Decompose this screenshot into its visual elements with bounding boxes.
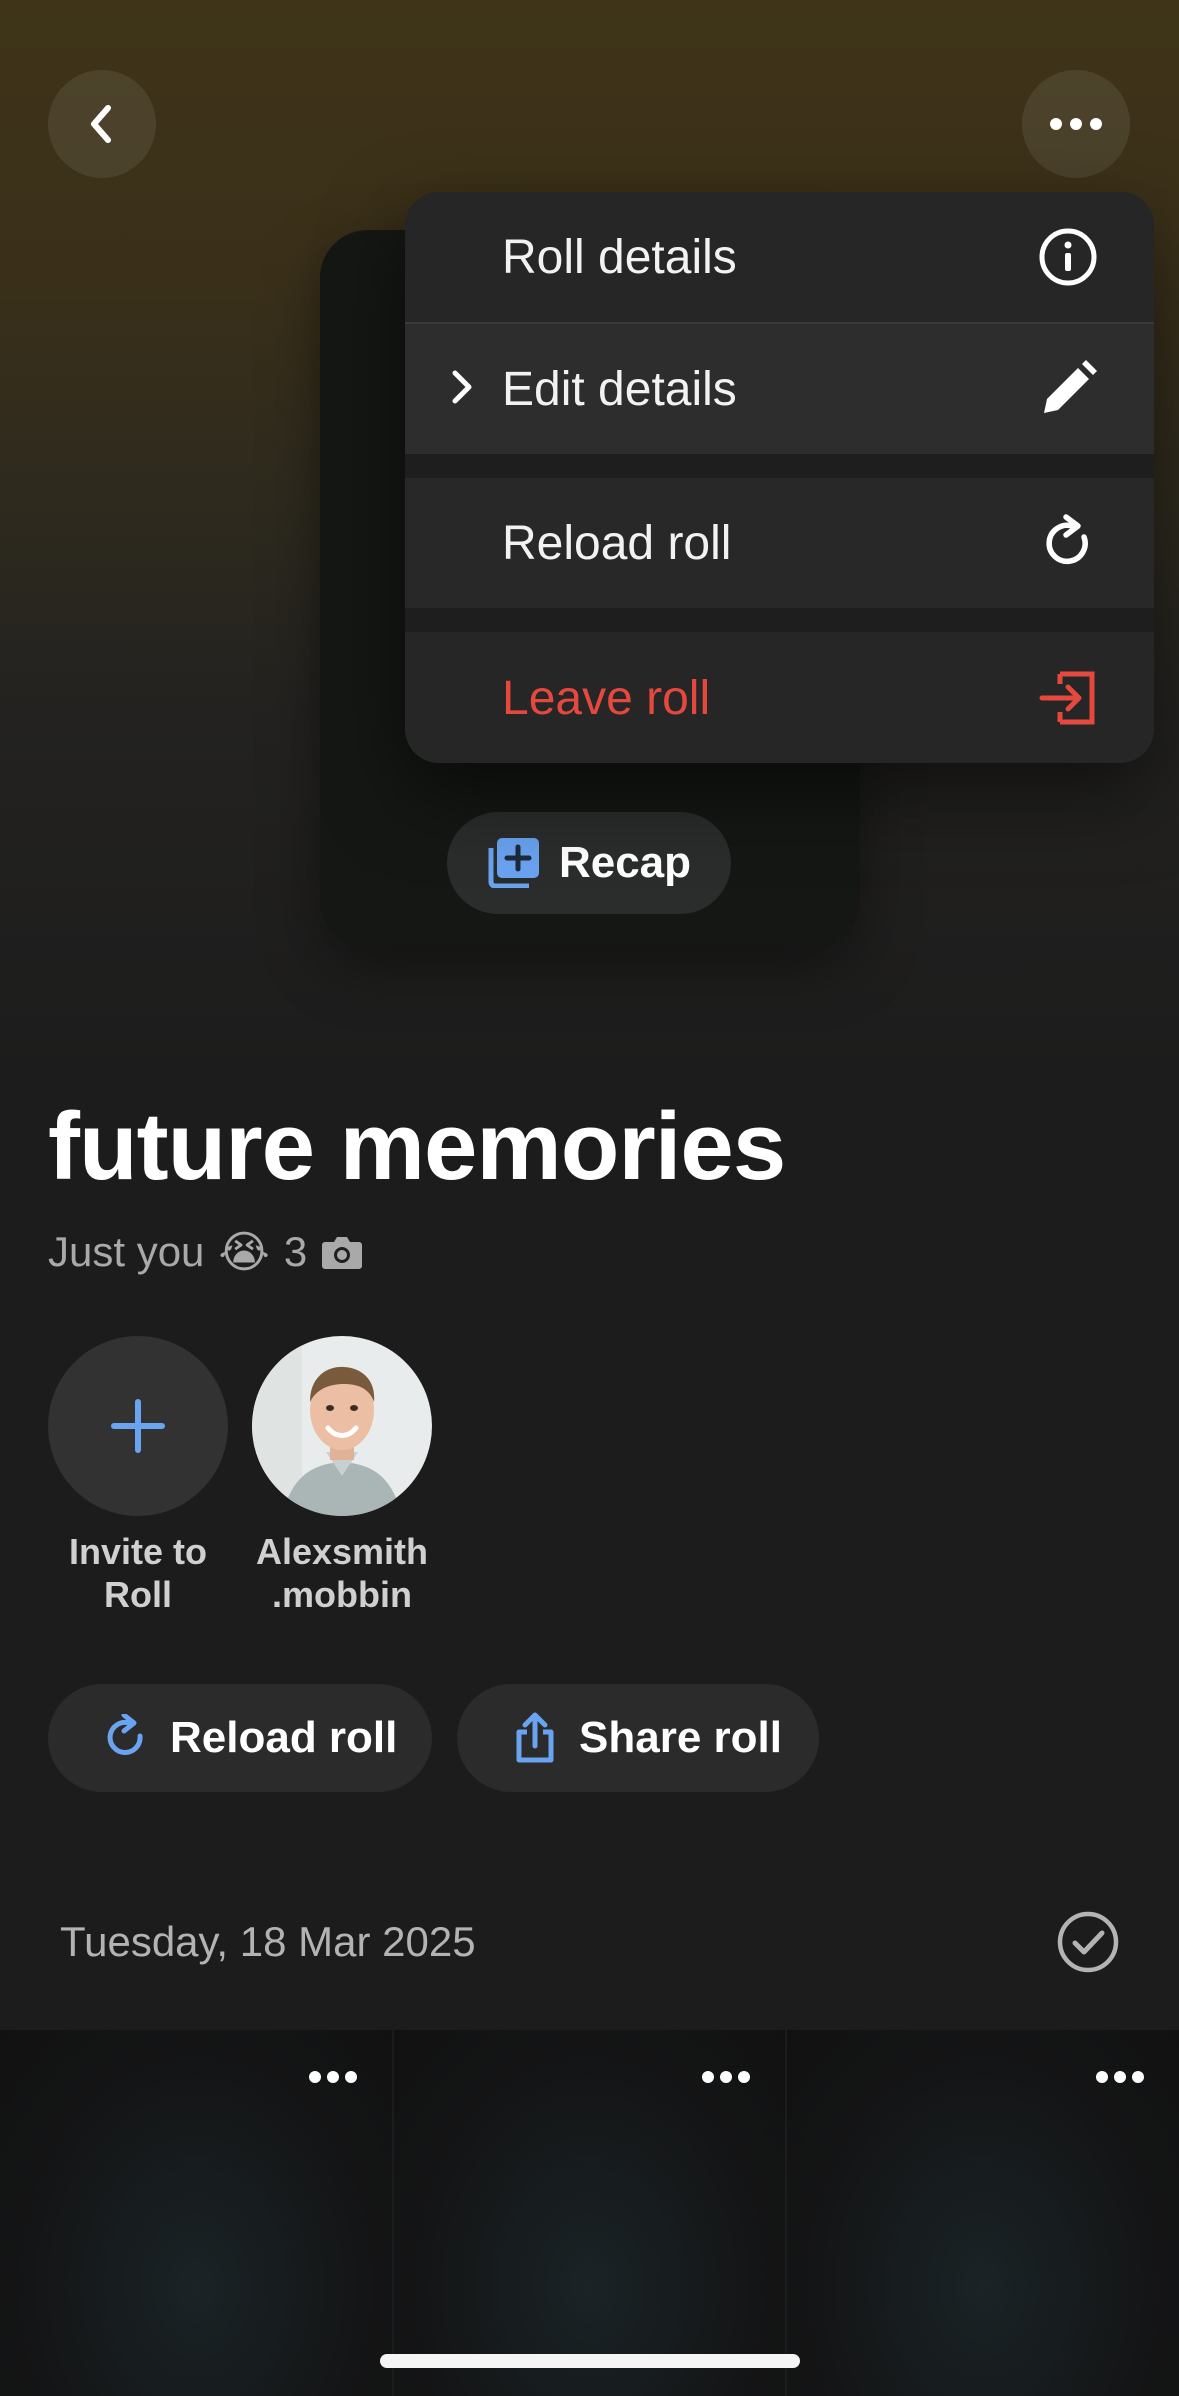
- photo-count: 3: [283, 1228, 308, 1275]
- exit-icon: [1036, 666, 1100, 730]
- recap-button[interactable]: Recap: [447, 812, 731, 914]
- photo-tile[interactable]: [393, 2030, 786, 2396]
- menu-item-label: Edit details: [502, 362, 737, 416]
- photo-tile[interactable]: [787, 2030, 1179, 2396]
- share-roll-label: Share roll: [579, 1713, 782, 1762]
- menu-separator: [405, 608, 1154, 632]
- camera-icon: [322, 1237, 363, 1269]
- plus-icon: [111, 1399, 165, 1453]
- recap-label: Recap: [558, 838, 692, 887]
- more-options-button[interactable]: [1022, 70, 1130, 178]
- menu-item-label: Leave roll: [502, 671, 711, 725]
- reload-icon: [107, 1714, 143, 1755]
- menu-separator: [405, 454, 1154, 478]
- home-indicator: [380, 2354, 800, 2368]
- section-date: Tuesday, 18 Mar 2025: [60, 1918, 476, 1965]
- ellipsis-icon[interactable]: [1095, 2070, 1145, 2084]
- menu-item-leave-roll[interactable]: Leave roll: [405, 633, 1154, 763]
- ellipsis-icon: [1050, 118, 1102, 130]
- member-alexsmith[interactable]: Alexsmith .mobbin: [252, 1336, 432, 1616]
- add-photos-icon: [488, 838, 539, 888]
- ellipsis-icon[interactable]: [701, 2070, 751, 2084]
- reload-roll-button[interactable]: Reload roll: [48, 1684, 432, 1792]
- crying-emoji: 😭: [218, 1227, 270, 1277]
- member-name: Invite to Roll: [68, 1531, 207, 1615]
- share-roll-button[interactable]: Share roll: [457, 1684, 819, 1792]
- select-check-icon[interactable]: [1056, 1910, 1120, 1974]
- menu-item-label: Reload roll: [502, 516, 732, 570]
- photo-grid: [0, 2030, 1179, 2396]
- context-menu: Roll details Edit details Reload roll Le…: [405, 192, 1154, 763]
- members-summary: Just you: [48, 1228, 205, 1275]
- back-button[interactable]: [48, 70, 156, 178]
- menu-item-edit-details[interactable]: Edit details: [405, 324, 1154, 454]
- menu-item-label: Roll details: [502, 230, 737, 284]
- reload-roll-label: Reload roll: [170, 1713, 398, 1762]
- invite-member[interactable]: Invite to Roll: [48, 1336, 228, 1616]
- member-name: Alexsmith .mobbin: [255, 1531, 429, 1615]
- photo-tile[interactable]: [0, 2030, 392, 2396]
- reload-icon: [1036, 511, 1100, 575]
- share-icon: [516, 1712, 554, 1763]
- info-icon: [1036, 225, 1100, 289]
- chevron-left-icon: [91, 105, 111, 143]
- chevron-right-icon: [447, 367, 475, 412]
- ellipsis-icon[interactable]: [308, 2070, 358, 2084]
- menu-item-roll-details[interactable]: Roll details: [405, 192, 1154, 322]
- avatar[interactable]: [252, 1336, 432, 1516]
- pencil-icon: [1036, 357, 1100, 421]
- menu-item-reload-roll[interactable]: Reload roll: [405, 478, 1154, 608]
- invite-circle[interactable]: [48, 1336, 228, 1516]
- roll-subtitle: Just you 😭 3: [48, 1222, 363, 1282]
- roll-title: future memories: [48, 1093, 786, 1200]
